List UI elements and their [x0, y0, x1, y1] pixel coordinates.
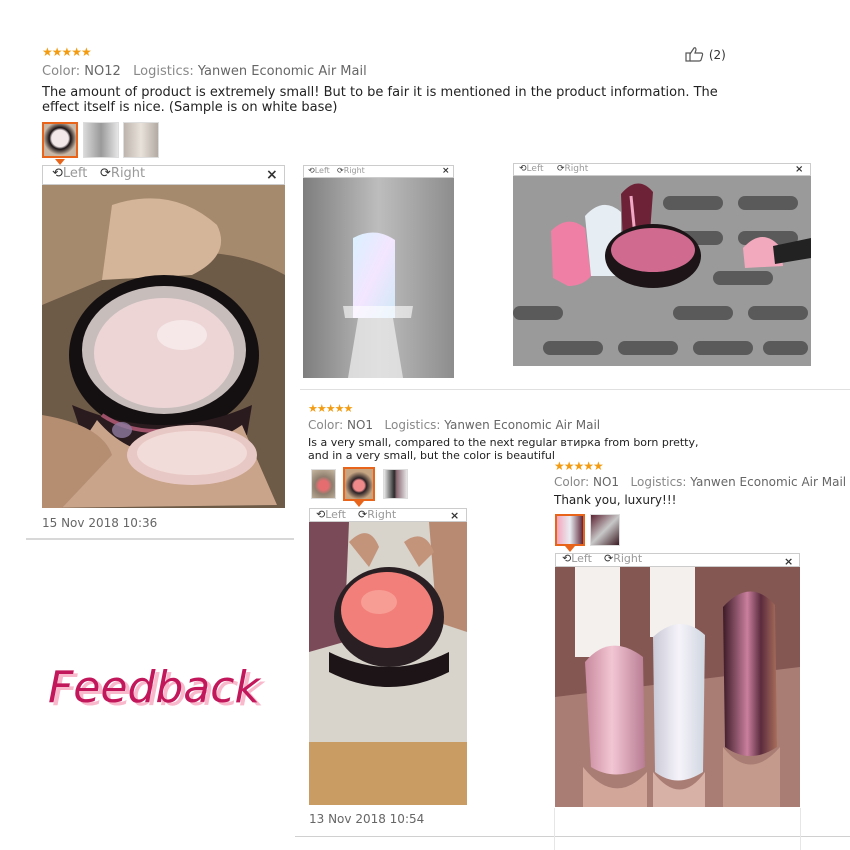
review1-viewer3-close-button[interactable]: ×: [795, 164, 803, 175]
review1-like-count: (2): [708, 48, 726, 62]
divider: [295, 836, 850, 837]
review2-thumbnail-2[interactable]: [343, 467, 375, 501]
review3-color-key: Color:: [554, 475, 590, 489]
review2-thumbnail-3[interactable]: [383, 469, 408, 499]
review2-rotate-right-button[interactable]: ⟳Right: [358, 508, 396, 521]
review1-viewer2-rotate-right-button[interactable]: ⟳Right: [337, 166, 365, 175]
review1-color-value: NO12: [84, 64, 121, 79]
review1-viewer3-rotate-left-button[interactable]: ⟲Left: [519, 164, 543, 174]
review1-color-key: Color:: [42, 64, 81, 79]
review3-text: Thank you, luxury!!!: [554, 493, 677, 507]
review2-close-button[interactable]: ×: [450, 509, 459, 522]
review1-rotate-left-button[interactable]: ⟲Left: [52, 166, 87, 181]
review2-logistics-key: Logistics:: [384, 418, 441, 432]
divider: [554, 808, 555, 850]
review2-logistics-value: Yanwen Economic Air Mail: [444, 418, 601, 432]
review1-close-button[interactable]: ×: [266, 167, 278, 183]
rotate-right-icon: ⟳: [604, 552, 614, 565]
review2-thumbnail-1[interactable]: [311, 469, 336, 499]
review2-rating-stars: ★★★★★: [308, 402, 353, 415]
rotate-left-icon: ⟲: [52, 166, 63, 181]
review1-rotate-right-button[interactable]: ⟳Right: [100, 166, 145, 181]
review1-rating-stars: ★★★★★: [42, 45, 92, 59]
review3-rotate-left-button[interactable]: ⟲Left: [562, 552, 592, 565]
review1-like-button[interactable]: (2): [685, 46, 726, 62]
rotate-right-icon: ⟳: [337, 166, 344, 175]
review1-viewer2-close-button[interactable]: ×: [442, 166, 450, 176]
review2-date: 13 Nov 2018 10:54: [309, 812, 425, 826]
review1-logistics-value: Yanwen Economic Air Mail: [197, 64, 367, 79]
review3-rating-stars: ★★★★★: [554, 459, 604, 473]
review1-text: The amount of product is extremely small…: [42, 85, 718, 115]
divider: [26, 538, 294, 540]
review2-meta: Color: NO1 Logistics: Yanwen Economic Ai…: [308, 418, 600, 432]
review1-viewer2-rotate-left-button[interactable]: ⟲Left: [308, 166, 330, 175]
review1-thumbnail-2[interactable]: [83, 122, 119, 158]
review1-thumbnail-1[interactable]: [42, 122, 78, 158]
divider: [800, 808, 801, 850]
review1-photo-main: [42, 185, 285, 508]
divider: [300, 389, 850, 390]
thumbnail-pointer: [354, 501, 364, 507]
feedback-banner: Feedback: [48, 662, 260, 713]
rotate-right-icon: ⟳: [557, 164, 565, 174]
review3-rotate-right-button[interactable]: ⟳Right: [604, 552, 642, 565]
rotate-right-icon: ⟳: [358, 508, 368, 521]
review3-meta: Color: NO1 Logistics: Yanwen Economic Ai…: [554, 475, 846, 489]
review2-rotate-left-button[interactable]: ⟲Left: [316, 508, 346, 521]
review2-color-value: NO1: [347, 418, 374, 432]
review1-thumbnail-3[interactable]: [123, 122, 159, 158]
thumbs-up-icon: [685, 47, 704, 62]
rotate-left-icon: ⟲: [562, 552, 572, 565]
rotate-right-icon: ⟳: [100, 166, 111, 181]
review1-logistics-key: Logistics:: [133, 64, 194, 79]
review1-photo-third: [513, 176, 811, 366]
review3-thumbnail-2[interactable]: [590, 514, 620, 546]
review3-logistics-value: Yanwen Economic Air Mail: [690, 475, 847, 489]
review3-color-value: NO1: [593, 475, 620, 489]
rotate-left-icon: ⟲: [316, 508, 326, 521]
review2-photo-main: [309, 522, 467, 805]
review1-date: 15 Nov 2018 10:36: [42, 516, 158, 530]
review1-photo-second: [303, 178, 454, 378]
review2-color-key: Color:: [308, 418, 344, 432]
rotate-left-icon: ⟲: [308, 166, 315, 175]
review1-viewer3-rotate-right-button[interactable]: ⟳Right: [557, 164, 588, 174]
review1-meta: Color: NO12 Logistics: Yanwen Economic A…: [42, 64, 367, 79]
review3-thumbnail-1[interactable]: [555, 514, 585, 546]
review3-photo-main: [555, 567, 800, 807]
review3-logistics-key: Logistics:: [630, 475, 687, 489]
review2-text: Is a very small, compared to the next re…: [308, 436, 699, 462]
rotate-left-icon: ⟲: [519, 164, 527, 174]
